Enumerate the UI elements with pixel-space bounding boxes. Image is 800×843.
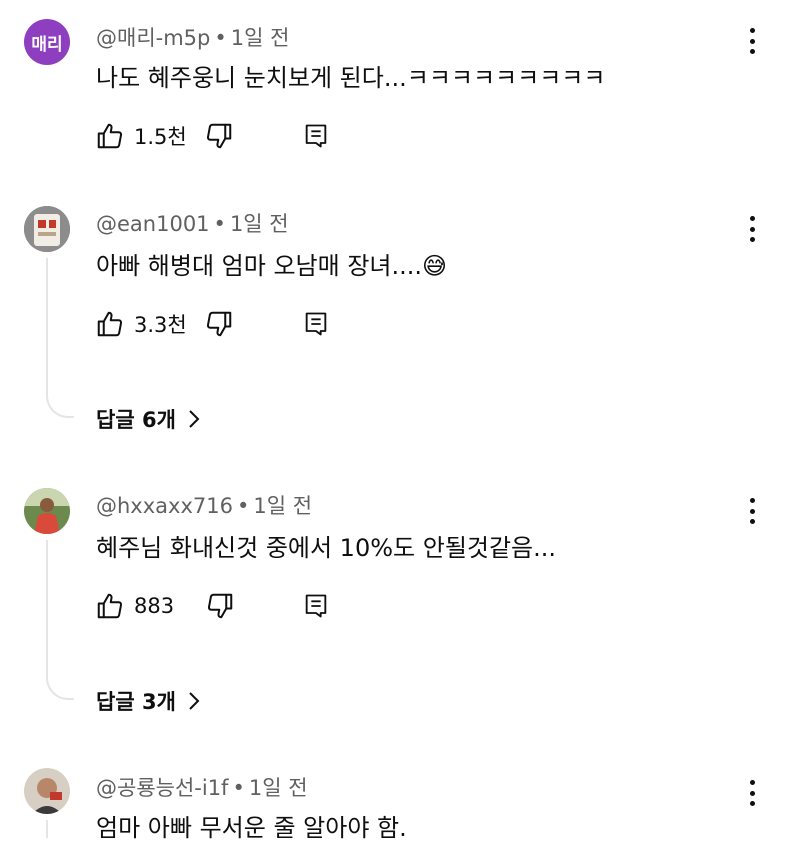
- separator-dot: •: [232, 776, 245, 800]
- comment-text: 나도 혜주웅니 눈치보게 된다...ㅋㅋㅋㅋㅋㅋㅋㅋㅋ: [96, 64, 606, 92]
- thread-line: [46, 540, 74, 700]
- avatar[interactable]: [24, 206, 70, 252]
- view-replies-button[interactable]: 답글 6개: [96, 404, 200, 434]
- dislike-icon[interactable]: [203, 120, 235, 152]
- like-icon[interactable]: [94, 308, 126, 340]
- photo-avatar-icon: [24, 768, 70, 814]
- comment-text: 아빠 해병대 엄마 오남매 장녀....😅: [96, 246, 447, 281]
- reply-icon[interactable]: [300, 120, 332, 152]
- avatar[interactable]: 매리: [24, 19, 70, 65]
- more-options-icon[interactable]: [742, 212, 762, 246]
- separator-dot: •: [213, 212, 226, 236]
- photo-avatar-icon: [24, 206, 70, 252]
- separator-dot: •: [214, 26, 227, 50]
- like-icon[interactable]: [94, 120, 126, 152]
- avatar-initials: 매리: [24, 19, 70, 65]
- chevron-right-icon: [189, 410, 200, 428]
- thread-line: [46, 258, 74, 418]
- comment-time: 1일 전: [230, 26, 290, 50]
- dislike-icon[interactable]: [203, 308, 235, 340]
- like-icon[interactable]: [94, 590, 126, 622]
- reply-icon[interactable]: [300, 308, 332, 340]
- more-options-icon[interactable]: [742, 24, 762, 58]
- dislike-icon[interactable]: [204, 590, 236, 622]
- avatar[interactable]: [24, 768, 70, 814]
- chevron-right-icon: [189, 692, 200, 710]
- separator-dot: •: [236, 494, 250, 518]
- replies-label: 답글 6개: [96, 408, 176, 432]
- comment-actions: 883: [94, 590, 236, 622]
- reply-icon[interactable]: [300, 590, 332, 622]
- comment-meta: @매리-m5p • 1일 전: [96, 22, 289, 52]
- comment-author[interactable]: @매리-m5p: [96, 26, 210, 50]
- comment-meta: @hxxaxx716 • 1일 전: [96, 490, 312, 520]
- like-count: 883: [134, 594, 175, 618]
- view-replies-button[interactable]: 답글 3개: [96, 686, 200, 716]
- like-count: 3.3천: [134, 313, 187, 337]
- more-options-icon[interactable]: [742, 494, 762, 528]
- comment-meta: @ean1001 • 1일 전: [96, 208, 289, 238]
- emoji: 😅: [422, 252, 448, 280]
- comment-time: 1일 전: [248, 776, 308, 800]
- like-count: 1.5천: [134, 125, 187, 149]
- comment-author[interactable]: @ean1001: [96, 212, 210, 236]
- photo-avatar-icon: [24, 488, 70, 534]
- thread-line: [46, 820, 48, 838]
- comment-author[interactable]: @공룡능선-i1f: [96, 776, 228, 800]
- replies-label: 답글 3개: [96, 690, 176, 714]
- comment-actions: 3.3천: [94, 308, 235, 340]
- comment-time: 1일 전: [253, 494, 313, 518]
- comment-author[interactable]: @hxxaxx716: [96, 494, 233, 518]
- avatar[interactable]: [24, 488, 70, 534]
- comment-actions: 1.5천: [94, 120, 235, 152]
- comment-meta: @공룡능선-i1f • 1일 전: [96, 772, 308, 802]
- comment-text: 혜주님 화내신것 중에서 10%도 안될것같음...: [96, 534, 557, 562]
- more-options-icon[interactable]: [742, 776, 762, 810]
- comment-time: 1일 전: [229, 212, 289, 236]
- comment-text-content: 아빠 해병대 엄마 오남매 장녀....: [96, 252, 422, 280]
